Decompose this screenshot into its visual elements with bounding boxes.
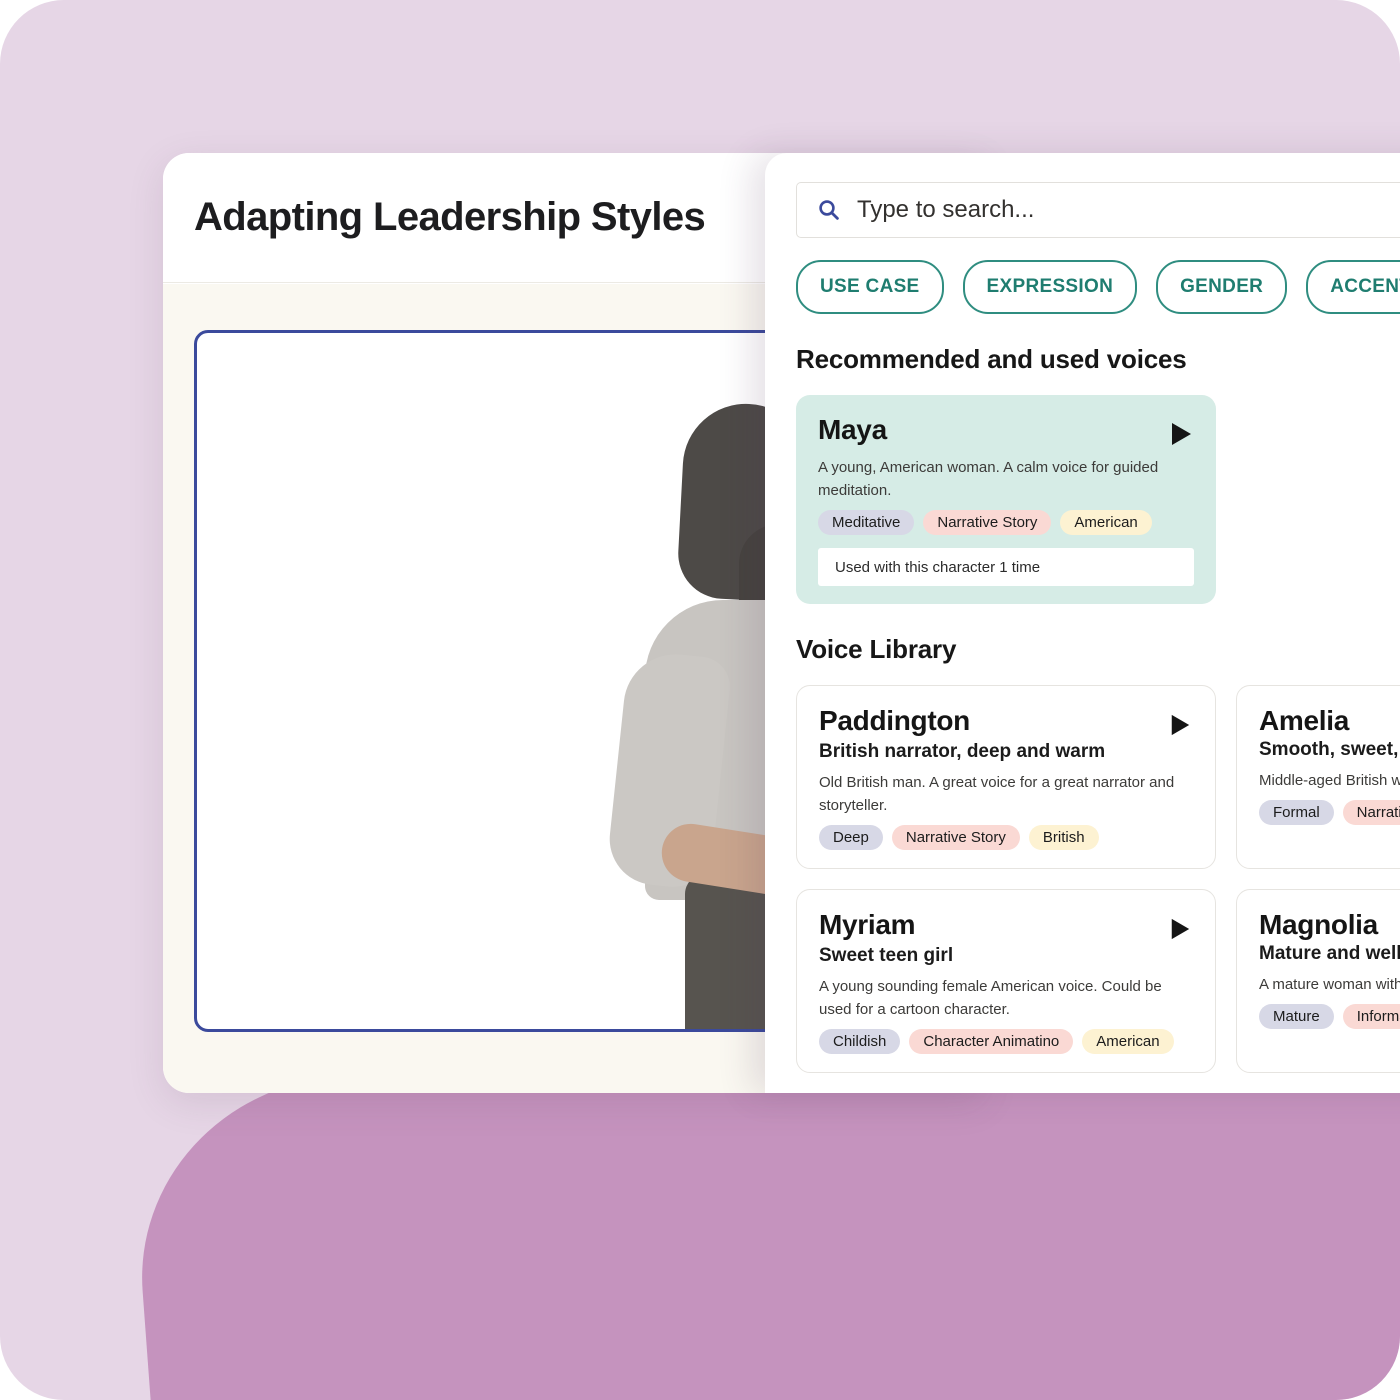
voice-library-panel: Type to search... USE CASE EXPRESSION GE… xyxy=(765,153,1400,1093)
voice-tag[interactable]: American xyxy=(1082,1029,1174,1054)
voice-tag[interactable]: Meditative xyxy=(818,510,915,535)
voice-name: Paddington xyxy=(819,705,970,736)
voice-description: A mature woman with a for xyxy=(1259,975,1400,993)
voice-tag-row: Formal Narrative xyxy=(1259,800,1400,826)
voice-description: A young, American woman. A calm voice fo… xyxy=(818,459,1159,499)
voice-description: A young sounding female American voice. … xyxy=(819,978,1162,1018)
filter-pill-expression[interactable]: EXPRESSION xyxy=(962,260,1138,314)
voice-library-heading: Voice Library xyxy=(796,634,957,664)
play-icon[interactable] xyxy=(1167,711,1193,739)
voice-tag[interactable]: Narrative Story xyxy=(891,825,1020,850)
voice-card-amelia[interactable]: Amelia Smooth, sweet, cap Middle-aged Br… xyxy=(1236,685,1400,869)
screenshot-stage: Adapting Leadership Styles Type to searc… xyxy=(0,0,1400,1400)
search-placeholder: Type to search... xyxy=(857,196,1035,223)
voice-card-header: Myriam xyxy=(819,909,1193,943)
used-with-character-note: Used with this character 1 time xyxy=(818,548,1194,586)
voice-tag[interactable]: Childish xyxy=(819,1029,901,1054)
voice-card-header: Amelia xyxy=(1259,705,1400,737)
search-input[interactable]: Type to search... xyxy=(796,182,1400,238)
voice-tag-row: Deep Narrative Story British xyxy=(819,825,1193,850)
voice-card-header: Paddington xyxy=(819,705,1193,739)
voice-tagline: Mature and well-spo xyxy=(1259,942,1400,964)
voice-tag-row: Childish Character Animatino American xyxy=(819,1029,1193,1054)
voice-name: Amelia xyxy=(1259,705,1350,736)
voice-tag[interactable]: Deep xyxy=(819,825,883,850)
voice-library-grid: Paddington British narrator, deep and wa… xyxy=(796,685,1400,1093)
voice-tag[interactable]: Character Animatino xyxy=(909,1029,1074,1054)
filter-pill-gender[interactable]: GENDER xyxy=(1156,260,1288,314)
filter-pill-row: USE CASE EXPRESSION GENDER ACCENT AGE xyxy=(796,260,1400,314)
voice-card-header: Magnolia xyxy=(1259,909,1400,941)
play-icon[interactable] xyxy=(1167,915,1193,943)
filter-pill-use-case[interactable]: USE CASE xyxy=(796,260,944,314)
search-icon xyxy=(817,198,841,222)
page-title: Adapting Leadership Styles xyxy=(194,195,706,239)
voice-name: Myriam xyxy=(819,909,916,940)
play-icon[interactable] xyxy=(1168,420,1194,448)
voice-card-recommended[interactable]: Maya A young, American woman. A calm voi… xyxy=(796,395,1216,604)
voice-description: Middle-aged British woman narration. xyxy=(1259,771,1400,789)
voice-card-paddington[interactable]: Paddington British narrator, deep and wa… xyxy=(796,685,1216,869)
voice-tag[interactable]: American xyxy=(1060,510,1152,535)
voice-tagline: Smooth, sweet, cap xyxy=(1259,738,1400,760)
voice-name: Maya xyxy=(818,414,887,445)
recommended-section-heading: Recommended and used voices xyxy=(796,344,1187,374)
voice-description: Old British man. A great voice for a gre… xyxy=(819,774,1175,814)
voice-tag[interactable]: Informativ xyxy=(1342,1004,1400,1030)
voice-card-magnolia[interactable]: Magnolia Mature and well-spo A mature wo… xyxy=(1236,889,1400,1073)
voice-tag[interactable]: Narrative Story xyxy=(923,510,1052,535)
voice-tagline: British narrator, deep and warm xyxy=(819,741,1106,762)
voice-card-header: Maya xyxy=(818,414,1194,448)
voice-tag[interactable]: British xyxy=(1028,825,1099,850)
filter-pill-accent[interactable]: ACCENT xyxy=(1306,260,1400,314)
voice-card-myriam[interactable]: Myriam Sweet teen girl A young sounding … xyxy=(796,889,1216,1073)
voice-tagline: Sweet teen girl xyxy=(819,945,954,966)
voice-tag[interactable]: Formal xyxy=(1259,800,1334,826)
voice-name: Magnolia xyxy=(1259,909,1378,940)
voice-tag[interactable]: Narrative xyxy=(1342,800,1400,826)
voice-tag-row: Meditative Narrative Story American xyxy=(818,510,1194,535)
voice-tag-row: Mature Informativ xyxy=(1259,1004,1400,1030)
voice-tag[interactable]: Mature xyxy=(1259,1004,1334,1030)
